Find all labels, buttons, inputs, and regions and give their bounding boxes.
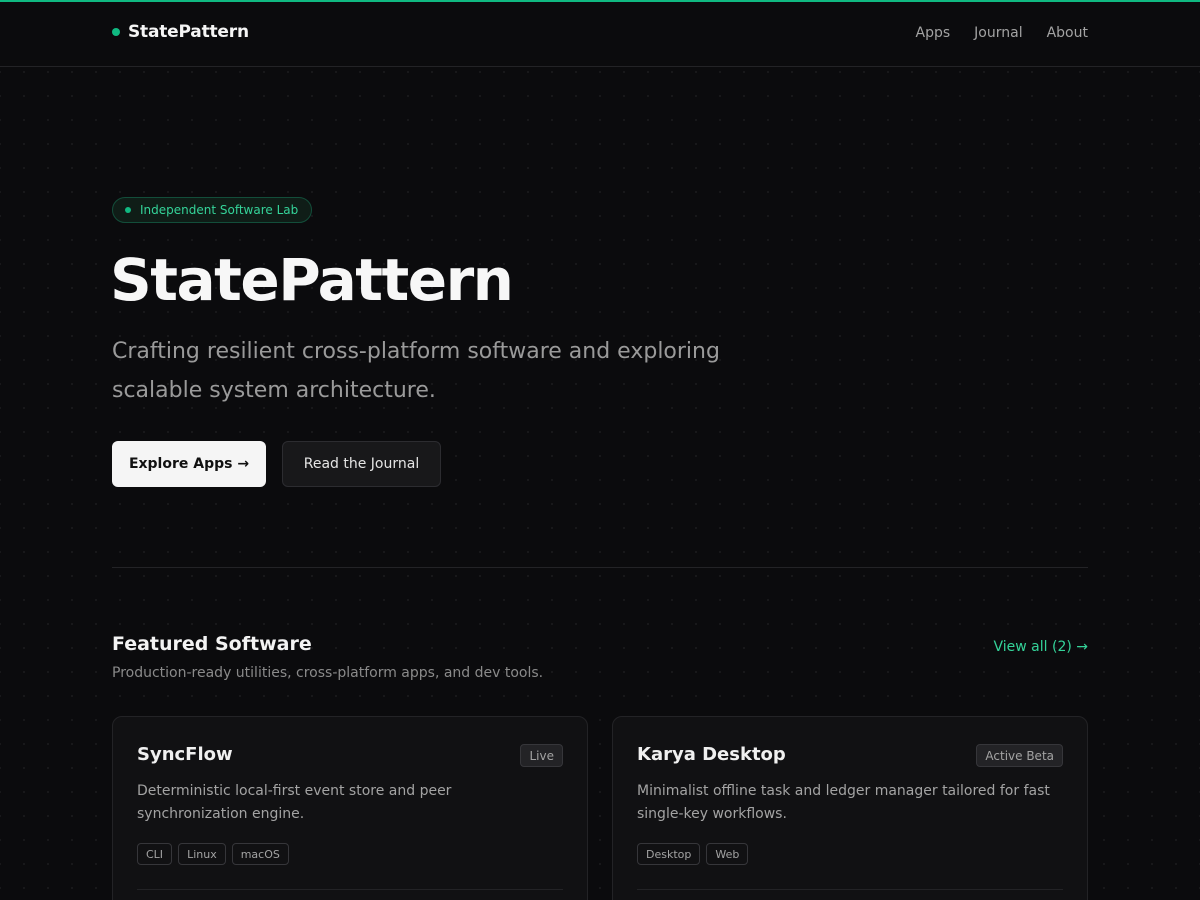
hero-subtitle: Crafting resilient cross-platform softwa… bbox=[112, 339, 720, 403]
hero-badge: Independent Software Lab bbox=[112, 197, 313, 223]
hero-title: StatePattern bbox=[110, 246, 514, 314]
explore-apps-button[interactable]: Explore Apps → bbox=[112, 441, 266, 487]
platform-tag: macOS bbox=[231, 843, 289, 865]
card-divider bbox=[137, 889, 563, 890]
nav-link-apps[interactable]: Apps bbox=[916, 25, 951, 41]
brand-logo[interactable]: StatePattern bbox=[112, 22, 249, 42]
app-card-title: Karya Desktop bbox=[637, 744, 786, 765]
section-divider bbox=[112, 567, 1088, 568]
top-navigation: StatePattern Apps Journal About bbox=[0, 2, 1200, 67]
app-card-description: Deterministic local-first event store an… bbox=[137, 783, 452, 822]
card-divider bbox=[637, 889, 1063, 890]
page: StatePattern Apps Journal About Independ… bbox=[0, 0, 1200, 900]
app-card-tags: CLI Linux macOS bbox=[137, 843, 289, 865]
nav-link-about[interactable]: About bbox=[1047, 25, 1088, 41]
platform-tag: Web bbox=[706, 843, 749, 865]
featured-title: Featured Software bbox=[112, 633, 312, 655]
status-dot-icon bbox=[125, 207, 131, 213]
status-badge: Live bbox=[520, 744, 563, 767]
featured-subtitle: Production-ready utilities, cross-platfo… bbox=[112, 665, 544, 681]
app-card-karya-desktop[interactable]: Karya Desktop Active Beta Minimalist off… bbox=[612, 716, 1088, 900]
hero-badge-label: Independent Software Lab bbox=[140, 203, 299, 217]
status-badge: Active Beta bbox=[976, 744, 1063, 767]
app-card-description: Minimalist offline task and ledger manag… bbox=[637, 783, 1050, 822]
brand-dot-icon bbox=[112, 28, 120, 36]
app-card-tags: Desktop Web bbox=[637, 843, 749, 865]
app-card-title: SyncFlow bbox=[137, 744, 233, 765]
platform-tag: Linux bbox=[178, 843, 226, 865]
nav-link-journal[interactable]: Journal bbox=[974, 25, 1022, 41]
app-card-syncflow[interactable]: SyncFlow Live Deterministic local-first … bbox=[112, 716, 588, 900]
nav-links: Apps Journal About bbox=[916, 25, 1088, 41]
platform-tag: Desktop bbox=[637, 843, 701, 865]
view-all-link[interactable]: View all (2) → bbox=[994, 639, 1089, 655]
platform-tag: CLI bbox=[137, 843, 173, 865]
read-journal-button[interactable]: Read the Journal bbox=[282, 441, 441, 487]
brand-name: StatePattern bbox=[128, 22, 249, 42]
